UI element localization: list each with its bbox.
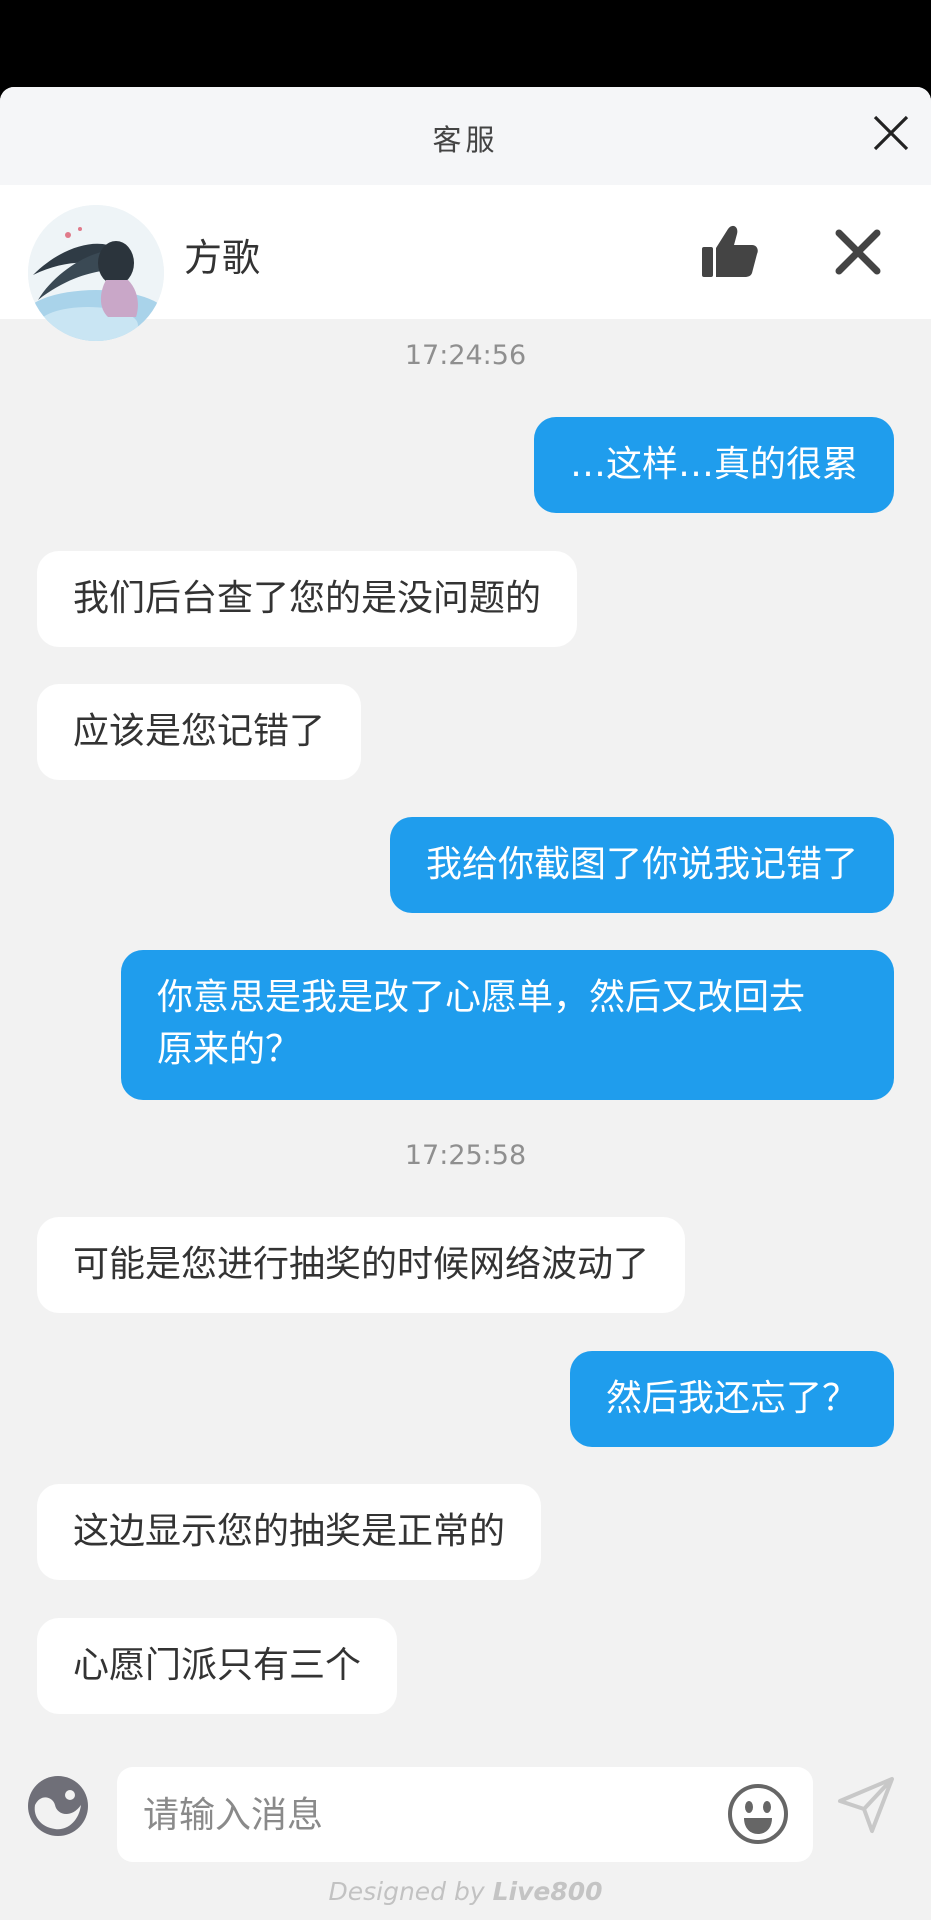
message-line: 你意思是我是改了心愿单，然后又改回去	[157, 977, 806, 1018]
message-outgoing: …这样…真的很累	[533, 417, 894, 513]
footer-credit: Designed by Live800	[0, 1877, 931, 1906]
window-title: 客服	[432, 123, 499, 157]
message-input-box[interactable]	[117, 1767, 813, 1864]
message-incoming: 我们后台查了您的是没问题的	[37, 551, 578, 647]
message-outgoing: 然后我还忘了？	[569, 1351, 894, 1447]
footer-brand: Live800	[492, 1877, 603, 1906]
message-line: 原来的？	[157, 1029, 302, 1070]
close-icon[interactable]	[871, 113, 911, 153]
timestamp: 17:25:58	[404, 1140, 527, 1171]
agent-name: 方歌	[184, 236, 261, 280]
agent-bar: 方歌	[0, 185, 931, 341]
timestamp: 17:24:56	[404, 340, 527, 371]
thumbs-up-icon[interactable]	[700, 221, 760, 281]
message-outgoing: 我给你截图了你说我记错了	[389, 817, 894, 913]
message-incoming: 心愿门派只有三个	[37, 1618, 398, 1714]
message-incoming: 可能是您进行抽奖的时候网络波动了	[37, 1217, 686, 1313]
title-bar: 客服	[0, 87, 931, 185]
message-incoming: 应该是您记错了	[37, 684, 362, 780]
chat-panel: 客服 方歌 17:24:56 …这样…真的很累 我们后台查了您的是没问题的 应该…	[0, 87, 931, 1920]
message-outgoing: 你意思是我是改了心愿单，然后又改回去 原来的？	[121, 950, 894, 1100]
avatar	[28, 205, 164, 341]
send-icon[interactable]	[836, 1775, 896, 1835]
emoji-icon[interactable]	[726, 1782, 790, 1846]
close-x-icon[interactable]	[833, 227, 883, 277]
face-icon[interactable]	[27, 1775, 89, 1837]
message-incoming: 这边显示您的抽奖是正常的	[37, 1484, 542, 1580]
message-input[interactable]	[141, 1767, 705, 1864]
footer-prefix: Designed by	[328, 1877, 493, 1906]
